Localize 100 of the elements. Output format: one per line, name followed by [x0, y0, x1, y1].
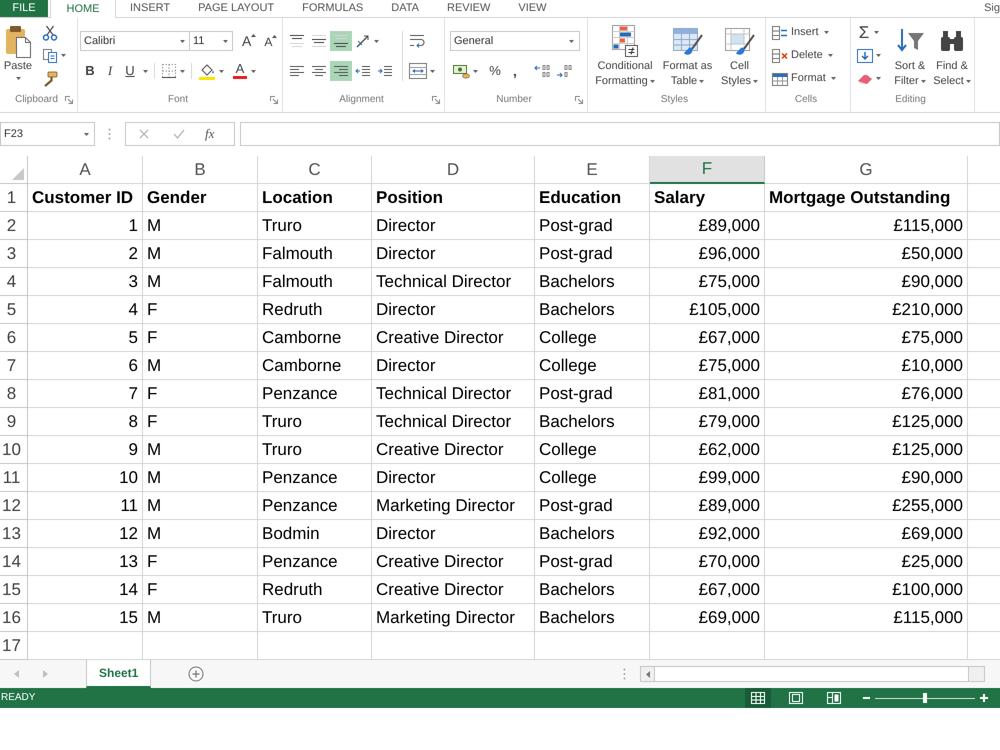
scrollbar-thumb[interactable]	[655, 667, 969, 681]
bold-button[interactable]: B	[80, 61, 100, 81]
borders-icon[interactable]	[161, 63, 177, 79]
caret-icon[interactable]	[374, 40, 379, 42]
autosum-button[interactable]: Σ	[857, 24, 871, 41]
shrink-font-button[interactable]: A	[261, 31, 280, 51]
italic-button[interactable]: I	[100, 61, 120, 81]
sheet-tab[interactable]: Sheet1	[86, 660, 152, 688]
cell-styles-button[interactable]: Cell Styles	[716, 18, 763, 92]
paste-button[interactable]: Paste	[2, 18, 34, 92]
scissors-icon[interactable]	[42, 24, 58, 40]
align-right-button[interactable]	[330, 61, 352, 81]
money-icon[interactable]	[452, 63, 470, 79]
caret-icon[interactable]	[143, 70, 148, 72]
ribbon-tab[interactable]: HOME	[50, 0, 116, 18]
ribbon-tab[interactable]: INSERT	[116, 0, 184, 17]
grow-font-button[interactable]: A	[239, 31, 260, 51]
font-name-dropdown[interactable]: Calibri	[80, 31, 190, 51]
underline-button[interactable]: U	[120, 61, 140, 81]
column-header[interactable]: B	[143, 156, 258, 184]
split-handle-icon[interactable]	[623, 668, 626, 680]
caret-icon[interactable]	[876, 54, 881, 57]
font-size-dropdown[interactable]: 11	[190, 31, 233, 51]
name-box[interactable]: F23	[0, 122, 95, 146]
row-header[interactable]: 16	[0, 604, 28, 632]
bucket-icon[interactable]	[198, 62, 216, 80]
row-header[interactable]: 1	[0, 184, 28, 212]
account-link[interactable]: Sig	[984, 0, 1000, 17]
row-header[interactable]: 12	[0, 492, 28, 520]
percent-button[interactable]: %	[486, 61, 504, 81]
add-sheet-icon[interactable]	[188, 666, 204, 682]
row-header[interactable]: 5	[0, 296, 28, 324]
ribbon-tab[interactable]: PAGE LAYOUT	[184, 0, 288, 17]
find-select-button[interactable]: Find & Select	[931, 18, 973, 92]
dialog-launcher-icon[interactable]	[65, 96, 73, 104]
caret-icon[interactable]	[180, 70, 185, 72]
scroll-left-icon[interactable]	[646, 670, 650, 678]
horizontal-scrollbar[interactable]	[640, 666, 985, 682]
insert-cells-button[interactable]: Insert	[772, 21, 836, 44]
row-header[interactable]: 4	[0, 268, 28, 296]
caret-icon[interactable]	[180, 40, 185, 42]
increase-indent-icon[interactable]	[377, 64, 393, 78]
decrease-decimal-icon[interactable]	[556, 64, 572, 78]
caret-icon[interactable]	[251, 70, 256, 72]
dialog-launcher-icon[interactable]	[270, 96, 278, 104]
number-format-dropdown[interactable]: General	[450, 31, 580, 51]
row-header[interactable]: 14	[0, 548, 28, 576]
decrease-indent-icon[interactable]	[355, 64, 371, 78]
row-header[interactable]: 15	[0, 576, 28, 604]
fill-down-icon[interactable]	[857, 48, 873, 62]
column-header[interactable]: G	[765, 156, 968, 184]
plus-icon[interactable]	[980, 694, 988, 702]
zoom-slider[interactable]	[875, 692, 975, 704]
caret-icon[interactable]	[61, 54, 66, 57]
wrap-text-icon[interactable]	[409, 33, 427, 49]
caret-icon[interactable]	[752, 80, 758, 83]
comma-button[interactable]: ,	[508, 61, 522, 81]
row-header[interactable]: 11	[0, 464, 28, 492]
brush-icon[interactable]	[42, 70, 58, 86]
row-header[interactable]: 7	[0, 352, 28, 380]
sort-filter-button[interactable]: Sort & Filter	[889, 18, 931, 92]
row-header[interactable]: 9	[0, 408, 28, 436]
caret-icon[interactable]	[920, 80, 926, 83]
caret-icon[interactable]	[830, 77, 836, 80]
row-header[interactable]: 2	[0, 212, 28, 240]
conditional-formatting-button[interactable]: Conditional Formatting	[591, 18, 659, 92]
format-as-table-button[interactable]: Format as Table	[660, 18, 715, 92]
zoom-slider-thumb[interactable]	[923, 693, 927, 703]
row-header[interactable]: 6	[0, 324, 28, 352]
column-header[interactable]: F	[650, 156, 765, 184]
caret-icon[interactable]	[824, 31, 829, 34]
drag-handle-icon[interactable]	[108, 128, 111, 140]
ribbon-tab[interactable]: FORMULAS	[288, 0, 378, 17]
formula-input[interactable]	[240, 122, 1000, 146]
ribbon-tab[interactable]: REVIEW	[433, 0, 504, 17]
merge-cells-icon[interactable]	[409, 63, 427, 79]
caret-icon[interactable]	[219, 70, 224, 72]
caret-icon[interactable]	[828, 54, 833, 57]
dialog-launcher-icon[interactable]	[432, 96, 440, 104]
column-header[interactable]: C	[258, 156, 372, 184]
file-tab[interactable]: FILE	[0, 0, 48, 17]
caret-icon[interactable]	[223, 40, 228, 42]
caret-icon[interactable]	[699, 80, 704, 83]
ribbon-tab[interactable]: VIEW	[504, 0, 561, 17]
format-cells-button[interactable]: Format	[772, 67, 836, 90]
eraser-icon[interactable]	[857, 72, 873, 84]
caret-icon[interactable]	[84, 132, 89, 136]
ribbon-tab[interactable]: DATA	[377, 0, 433, 17]
caret-icon[interactable]	[569, 40, 574, 42]
orientation-icon[interactable]	[355, 34, 371, 48]
caret-icon[interactable]	[874, 31, 879, 34]
delete-cells-button[interactable]: Delete	[772, 44, 836, 67]
dialog-launcher-icon[interactable]	[575, 96, 584, 104]
row-header[interactable]: 8	[0, 380, 28, 408]
caret-icon[interactable]	[16, 77, 20, 80]
increase-decimal-icon[interactable]	[534, 64, 550, 78]
caret-icon[interactable]	[473, 70, 478, 72]
column-header[interactable]: D	[372, 156, 535, 184]
caret-icon[interactable]	[650, 80, 655, 83]
align-bottom-button[interactable]	[330, 31, 352, 51]
